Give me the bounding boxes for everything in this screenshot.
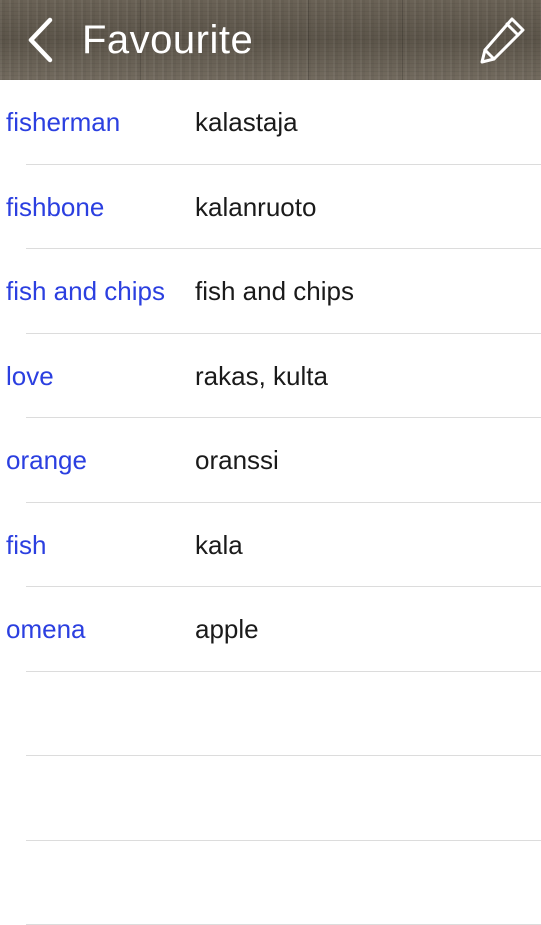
translation-text: oranssi xyxy=(195,445,279,475)
texture-seam xyxy=(308,0,309,80)
list-item[interactable]: omena apple xyxy=(0,587,541,672)
list-item[interactable]: fish kala xyxy=(0,503,541,588)
term-text: omena xyxy=(6,614,86,644)
edit-button[interactable] xyxy=(474,12,530,68)
translation-text: fish and chips xyxy=(195,276,354,306)
term-text: fish xyxy=(6,530,46,560)
translation-text: rakas, kulta xyxy=(195,361,328,391)
navigation-bar: Favourite xyxy=(0,0,541,80)
empty-list-row xyxy=(0,672,541,757)
empty-list-row xyxy=(0,756,541,841)
list-item[interactable]: fishbone kalanruoto xyxy=(0,165,541,250)
chevron-left-icon xyxy=(14,14,66,66)
translation-text: kalastaja xyxy=(195,107,298,137)
empty-list-row xyxy=(0,841,541,925)
page-title: Favourite xyxy=(82,17,253,63)
list-item[interactable]: fish and chips fish and chips xyxy=(0,249,541,334)
list-item[interactable]: love rakas, kulta xyxy=(0,334,541,419)
favourites-list: fisherman kalastaja fishbone kalanruoto … xyxy=(0,80,541,925)
term-text: love xyxy=(6,361,54,391)
term-text: fish and chips xyxy=(6,276,165,306)
list-item[interactable]: orange oranssi xyxy=(0,418,541,503)
translation-text: apple xyxy=(195,614,259,644)
back-button[interactable] xyxy=(14,14,66,66)
pencil-icon xyxy=(474,12,530,68)
term-text: fishbone xyxy=(6,192,104,222)
term-text: orange xyxy=(6,445,87,475)
translation-text: kalanruoto xyxy=(195,192,316,222)
term-text: fisherman xyxy=(6,107,120,137)
list-item[interactable]: fisherman kalastaja xyxy=(0,80,541,165)
translation-text: kala xyxy=(195,530,243,560)
texture-seam xyxy=(402,0,403,80)
